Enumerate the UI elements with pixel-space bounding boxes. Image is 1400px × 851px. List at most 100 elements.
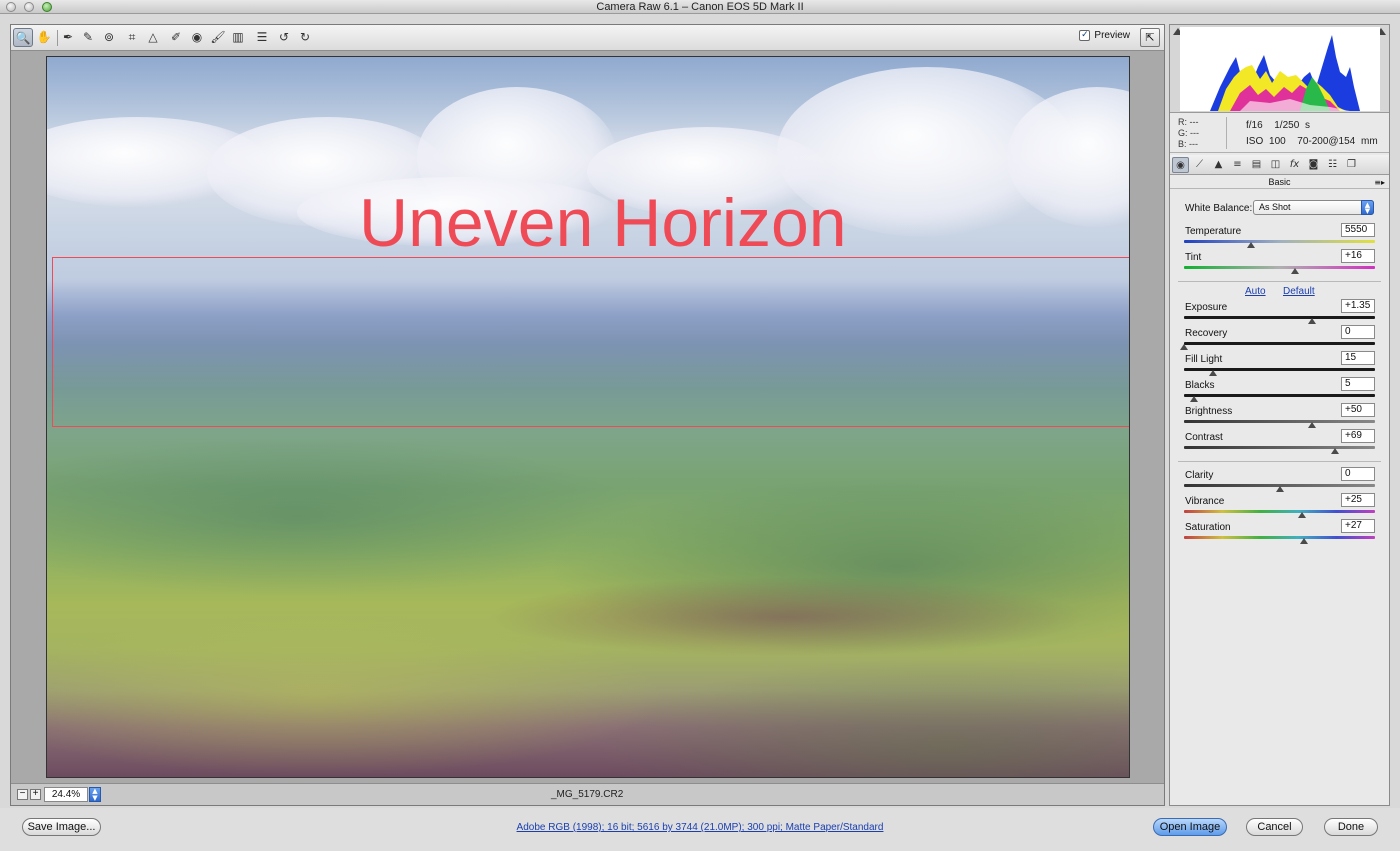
slider-value-field[interactable]: +69 (1341, 429, 1375, 443)
straighten-icon[interactable]: △ (143, 28, 163, 47)
targeted-adjustment-icon[interactable]: ⊚ (99, 28, 119, 47)
slider-track[interactable] (1184, 316, 1375, 319)
cancel-button[interactable]: Cancel (1246, 818, 1303, 836)
slider-value-field[interactable]: +25 (1341, 493, 1375, 507)
slider-thumb[interactable] (1275, 486, 1284, 492)
slider-thumb[interactable] (1298, 512, 1307, 518)
zoom-stepper[interactable]: ▲ ▼ (89, 787, 101, 802)
slider-thumb[interactable] (1246, 242, 1255, 248)
file-name: _MG_5179.CR2 (551, 789, 624, 800)
histogram (1170, 25, 1389, 113)
contrast-slider[interactable]: Contrast +69 (1170, 429, 1389, 458)
adjustment-brush-icon[interactable]: 🖌 (208, 28, 228, 47)
zoom-icon[interactable]: 🔍 (13, 28, 33, 47)
slider-track[interactable] (1184, 446, 1375, 449)
slider-track[interactable] (1184, 420, 1375, 423)
slider-track[interactable] (1184, 536, 1375, 539)
slider-value-field[interactable]: 5550 (1341, 223, 1375, 237)
preferences-icon[interactable]: ☰ (252, 28, 272, 47)
slider-track[interactable] (1184, 342, 1375, 345)
open-image-button[interactable]: Open Image (1153, 818, 1227, 836)
tint-slider[interactable]: Tint +16 (1170, 249, 1389, 278)
basic-icon[interactable]: ◉ (1172, 157, 1189, 173)
effects-icon[interactable]: fx (1286, 157, 1303, 173)
slider-thumb[interactable] (1208, 370, 1217, 376)
slider-value-field[interactable]: +50 (1341, 403, 1375, 417)
slider-thumb[interactable] (1300, 538, 1309, 544)
lens-value: 70-200@154 mm (1297, 136, 1378, 147)
snapshots-icon[interactable]: ❐ (1343, 157, 1360, 173)
spot-removal-icon[interactable]: ✐ (166, 28, 186, 47)
color-sampler-icon[interactable]: ✎ (78, 28, 98, 47)
panel-menu-icon[interactable]: ≡▸ (1374, 176, 1385, 189)
slider-track[interactable] (1184, 240, 1375, 243)
preview-checkbox[interactable]: ✓ (1079, 30, 1091, 41)
slider-thumb[interactable] (1290, 268, 1299, 274)
preview-toggle[interactable]: ✓ Preview (1079, 30, 1130, 41)
slider-thumb[interactable] (1180, 344, 1188, 350)
slider-track[interactable] (1184, 394, 1375, 397)
image-preview[interactable]: Uneven Horizon (46, 56, 1130, 778)
footer-bar: Save Image... Adobe RGB (1998); 16 bit; … (0, 808, 1400, 851)
slider-label: Brightness (1185, 406, 1233, 417)
panel-title: Basic (1170, 176, 1389, 189)
r-value: --- (1189, 117, 1199, 127)
slider-thumb[interactable] (1189, 396, 1198, 402)
slider-value-field[interactable]: +27 (1341, 519, 1375, 533)
slider-thumb[interactable] (1330, 448, 1339, 454)
info-separator (1226, 117, 1227, 149)
slider-value-field[interactable]: 0 (1341, 467, 1375, 481)
slider-value-field[interactable]: 5 (1341, 377, 1375, 391)
slider-label: Contrast (1185, 432, 1223, 443)
white-balance-value: As Shot (1259, 202, 1291, 212)
shutter-value: 1/250 s (1274, 120, 1311, 131)
select-arrows-icon: ▲ ▼ (1361, 200, 1374, 215)
rotate-left-icon[interactable]: ↺ (274, 28, 294, 47)
slider-value-field[interactable]: +16 (1341, 249, 1375, 263)
lens-corrections-icon[interactable]: ◫ (1267, 157, 1284, 173)
red-eye-icon[interactable]: ◉ (187, 28, 207, 47)
slider-thumb[interactable] (1307, 422, 1316, 428)
slider-value-field[interactable]: 15 (1341, 351, 1375, 365)
crop-icon[interactable]: ⌗ (122, 28, 142, 47)
split-toning-icon[interactable]: ▤ (1248, 157, 1265, 173)
slider-label: Vibrance (1185, 496, 1225, 507)
g-label: G: (1178, 128, 1188, 138)
slider-track[interactable] (1184, 510, 1375, 513)
slider-label: Recovery (1185, 328, 1228, 339)
section-divider (1178, 281, 1381, 282)
tone-curve-icon[interactable]: ⟋ (1191, 157, 1208, 173)
fullscreen-icon[interactable]: ⇱ (1140, 28, 1160, 47)
slider-label: Blacks (1185, 380, 1215, 391)
camera-info: R: --- G: --- B: --- f/16 1/250 s ISO 10… (1170, 113, 1389, 153)
default-link[interactable]: Default (1283, 286, 1315, 297)
hsl-icon[interactable]: ≡ (1229, 157, 1246, 173)
white-balance-icon[interactable]: ✒ (58, 28, 78, 47)
slider-track[interactable] (1184, 266, 1375, 269)
zoom-level-field[interactable]: 24.4% (44, 787, 88, 802)
slider-label: Saturation (1185, 522, 1231, 533)
panel-tabs: ◉ ⟋ ▲ ≡ ▤ ◫ fx ◙ ☷ ❐ (1170, 155, 1389, 175)
graduated-filter-icon[interactable]: ▥ (228, 28, 248, 47)
section-divider (1178, 461, 1381, 462)
slider-label: Clarity (1185, 470, 1214, 481)
iso-value: ISO 100 (1246, 136, 1286, 147)
slider-thumb[interactable] (1307, 318, 1316, 324)
hand-icon[interactable]: ✋ (34, 28, 54, 47)
detail-icon[interactable]: ▲ (1210, 157, 1227, 173)
white-balance-select[interactable]: As Shot ▲ ▼ (1253, 200, 1374, 215)
slider-label: Tint (1185, 252, 1202, 263)
saturation-slider[interactable]: Saturation +27 (1170, 519, 1389, 548)
image-pane: 🔍 ✋ ✒ ✎ ⊚ ⌗ △ ✐ ◉ 🖌 ▥ ☰ ↺ ↻ ✓ Preview ⇱ (10, 24, 1165, 806)
presets-icon[interactable]: ☷ (1324, 157, 1341, 173)
window-title: Camera Raw 6.1 – Canon EOS 5D Mark II (596, 1, 804, 13)
slider-value-field[interactable]: +1.35 (1341, 299, 1375, 313)
auto-link[interactable]: Auto (1245, 286, 1266, 297)
camera-calibration-icon[interactable]: ◙ (1305, 157, 1322, 173)
hill-shape (597, 657, 1129, 777)
zoom-in-button[interactable]: + (30, 789, 41, 800)
zoom-out-button[interactable]: − (17, 789, 28, 800)
done-button[interactable]: Done (1324, 818, 1378, 836)
slider-value-field[interactable]: 0 (1341, 325, 1375, 339)
rotate-right-icon[interactable]: ↻ (295, 28, 315, 47)
